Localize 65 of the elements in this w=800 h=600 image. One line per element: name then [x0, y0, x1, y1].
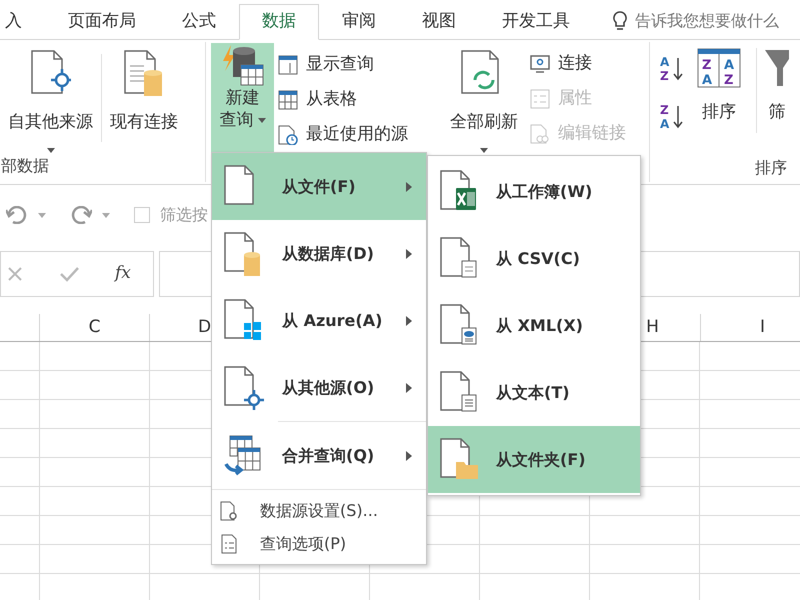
new-query-button[interactable]: 新建 查询 — [211, 43, 274, 153]
funnel-icon — [765, 48, 789, 88]
caret-icon — [480, 148, 488, 152]
menu-item[interactable]: 查询选项(P) — [212, 527, 426, 560]
caret-icon — [102, 212, 110, 218]
menu-item[interactable]: 从数据库(D) — [212, 220, 426, 287]
caret-icon — [46, 148, 54, 152]
monitor-icon — [530, 54, 550, 74]
undo-icon[interactable] — [6, 206, 28, 224]
submenu-arrow-icon — [406, 382, 412, 392]
checkbox-label: 筛选按 — [160, 204, 208, 226]
menu-item[interactable]: 从文件夹(F) — [428, 426, 640, 493]
ribbon-button[interactable]: 全部刷新 — [442, 42, 526, 154]
ribbon-tab[interactable]: 开发工具 — [479, 4, 593, 40]
caret-icon — [258, 118, 266, 122]
ribbon-button[interactable]: 现有连接 — [102, 42, 186, 154]
ribbon-tab[interactable]: 入 — [0, 4, 45, 40]
menu-item[interactable]: 数据源设置(S)... — [212, 494, 426, 527]
group-label: 部数据 — [1, 155, 50, 177]
submenu-arrow-icon — [406, 316, 412, 326]
menu-item[interactable]: 从文本(T) — [428, 359, 640, 426]
table-icon — [278, 90, 298, 110]
menu-item[interactable]: 合并查询(Q) — [212, 422, 426, 489]
submenu-arrow-icon — [406, 450, 412, 460]
filter-button[interactable]: 筛 — [765, 48, 789, 133]
submenu-arrow-icon — [406, 248, 412, 258]
menu-item[interactable]: 从 Azure(A) — [212, 287, 426, 354]
ribbon-tab[interactable]: 数据 — [239, 4, 319, 40]
ribbon-tab[interactable]: 页面布局 — [45, 4, 159, 40]
group-label: 排序 — [755, 157, 788, 179]
ribbon-button[interactable]: 从表格 — [278, 82, 408, 117]
caret-icon — [38, 212, 46, 218]
redo-icon[interactable] — [70, 206, 92, 224]
menu-item[interactable]: 从文件(F) — [212, 153, 426, 220]
sort-button[interactable]: Z A A Z 排序 — [694, 48, 744, 133]
query-pane-icon — [278, 54, 298, 74]
folder-file-icon — [440, 438, 480, 482]
ribbon-button[interactable]: 最近使用的源 — [278, 117, 408, 152]
ribbon-button[interactable]: 自其他来源 — [0, 42, 101, 154]
menu-item[interactable]: 从 CSV(C) — [428, 225, 640, 292]
column-header[interactable]: I — [700, 314, 800, 341]
ribbon-button[interactable]: 连接 — [530, 46, 626, 81]
ribbon-tab[interactable]: 公式 — [159, 4, 239, 40]
check-icon[interactable] — [59, 266, 79, 282]
database-table-icon — [220, 45, 264, 87]
target-file-icon — [224, 366, 264, 410]
menu-item[interactable]: 从其他源(O) — [212, 354, 426, 421]
submenu-arrow-icon — [406, 182, 412, 192]
ribbon-button[interactable]: 显示查询 — [278, 47, 408, 82]
checkbox[interactable] — [134, 207, 150, 223]
cancel-icon[interactable] — [7, 266, 23, 282]
properties-icon — [530, 88, 550, 108]
menu-item[interactable]: 从 XML(X) — [428, 292, 640, 359]
menu-item[interactable]: 从工作簿(W) — [428, 158, 640, 225]
lightbulb-icon — [613, 11, 627, 31]
chain-file-icon — [530, 124, 550, 144]
tell-me-field[interactable]: 告诉我您想要做什么 — [635, 9, 800, 33]
column-header[interactable]: C — [40, 314, 150, 341]
windows-file-icon — [224, 298, 264, 342]
database-file-icon — [124, 50, 164, 98]
sort-dialog-icon: Z A A Z — [697, 48, 741, 88]
insert-function-button[interactable]: fx — [115, 261, 131, 287]
ribbon-tab[interactable]: 审阅 — [319, 4, 399, 40]
ribbon-tab[interactable]: 视图 — [399, 4, 479, 40]
recent-file-clock-icon — [278, 124, 298, 144]
